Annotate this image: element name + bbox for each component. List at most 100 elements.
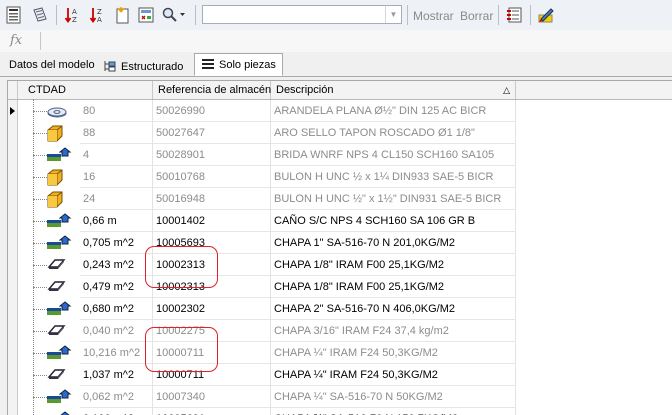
table-row[interactable]: 88 50027647 ARO SELLO TAPON ROSCADO Ø1 1/8…: [8, 122, 672, 144]
clear-button[interactable]: Borrar: [460, 9, 493, 23]
tab-strip: Datos del modelo Estructurado Solo pieza…: [0, 52, 672, 77]
cell-qty[interactable]: 0,680 m^2: [80, 298, 153, 320]
table-row[interactable]: 0,680 m^2 10002302 CHAPA 2" SA-516-70 N 40…: [8, 298, 672, 320]
cell-qty[interactable]: 4: [80, 144, 153, 166]
cell-desc[interactable]: CHAPA 2" SA-516-70 N 406,0KG/M2: [271, 298, 516, 320]
table-row[interactable]: 0,040 m^2 10002275 CHAPA 3/16" IRAM F24 37…: [8, 320, 672, 342]
tree-node: [18, 386, 80, 408]
row-selector[interactable]: [8, 386, 18, 408]
report-list-icon[interactable]: [505, 5, 525, 25]
toolbar: AZ ZA ▼ Mostrar Borrar: [0, 0, 672, 31]
find-dropdown-icon[interactable]: [160, 5, 188, 25]
table-row[interactable]: 0,705 m^2 10005693 CHAPA 1" SA-516-70 N 20…: [8, 232, 672, 254]
cell-ref[interactable]: 50016948: [153, 188, 271, 210]
cell-desc[interactable]: ARO SELLO TAPON ROSCADO Ø1 1/8": [271, 122, 516, 144]
row-selector[interactable]: [8, 210, 18, 232]
cell-qty[interactable]: 16: [80, 166, 153, 188]
cell-desc[interactable]: CHAPA 1/8" IRAM F00 25,1KG/M2: [271, 254, 516, 276]
cell-qty[interactable]: 0,062 m^2: [80, 386, 153, 408]
row-selector[interactable]: [8, 254, 18, 276]
edit-sheet-icon[interactable]: [30, 5, 50, 25]
tab-datos-del-modelo[interactable]: Datos del modelo: [2, 55, 102, 75]
cell-ref[interactable]: 10002302: [153, 298, 271, 320]
cell-desc[interactable]: CHAPA 1/8" IRAM F00 25,1KG/M2: [271, 276, 516, 298]
table-row[interactable]: 1,037 m^2 10000711 CHAPA ¼" IRAM F24 50,3K…: [8, 364, 672, 386]
table-row[interactable]: 16 50010768 BULON H UNC ½ x 1¼ DIN933 SAE-…: [8, 166, 672, 188]
column-header-ctdad[interactable]: CTDAD: [18, 81, 153, 99]
row-selector[interactable]: [8, 364, 18, 386]
cell-ref[interactable]: 50010768: [153, 166, 271, 188]
sort-up-icon[interactable]: △: [503, 81, 510, 99]
row-selector[interactable]: [8, 298, 18, 320]
row-selector[interactable]: [8, 342, 18, 364]
chevron-down-icon[interactable]: ▼: [385, 6, 401, 23]
table-row[interactable]: 0,479 m^2 10002313 CHAPA 1/8" IRAM F00 25,…: [8, 276, 672, 298]
row-selector[interactable]: [8, 188, 18, 210]
show-button[interactable]: Mostrar: [413, 9, 454, 23]
cell-ref[interactable]: 50026990: [153, 100, 271, 122]
cell-qty[interactable]: 80: [80, 100, 153, 122]
cell-desc[interactable]: BRIDA WNRF NPS 4 CL150 SCH160 SA105: [271, 144, 516, 166]
filter-combo[interactable]: ▼: [202, 5, 402, 24]
cell-qty[interactable]: 0,66 m: [80, 210, 153, 232]
sort-ascending-icon[interactable]: AZ: [63, 5, 83, 25]
table-row[interactable]: 10,216 m^2 10000711 CHAPA ¼" IRAM F24 50,3…: [8, 342, 672, 364]
calculator-icon[interactable]: [136, 5, 156, 25]
tree-node: [18, 188, 80, 210]
cell-qty[interactable]: 0,479 m^2: [80, 276, 153, 298]
svg-text:A: A: [97, 16, 102, 24]
table-row[interactable]: 0,062 m^2 10007340 CHAPA ¼" SA-516-70 N 50…: [8, 386, 672, 408]
table-row[interactable]: 4 50028901 BRIDA WNRF NPS 4 CL150 SCH160 S…: [8, 144, 672, 166]
cell-desc[interactable]: ARANDELA PLANA Ø½" DIN 125 AC BICR: [271, 100, 516, 122]
row-selector[interactable]: [8, 100, 18, 122]
row-selector[interactable]: [8, 276, 18, 298]
cell-qty[interactable]: 0,243 m^2: [80, 254, 153, 276]
tree-node: [18, 298, 80, 320]
table-row[interactable]: 24 50016948 BULON H UNC ½" x 1½" DIN931 SA…: [8, 188, 672, 210]
list-report-icon[interactable]: [4, 5, 24, 25]
cell-ref[interactable]: 50027647: [153, 122, 271, 144]
profile-icon: [46, 389, 72, 408]
tab-estructurado[interactable]: Estructurado: [96, 55, 190, 75]
cell-qty[interactable]: 10,216 m^2: [80, 342, 153, 364]
cell-desc[interactable]: CHAPA 3/16" IRAM F24 37,4 kg/m2: [271, 320, 516, 342]
sort-descending-icon[interactable]: ZA: [88, 5, 108, 25]
profile-icon: [46, 147, 72, 166]
tab-solo-piezas[interactable]: Solo piezas: [194, 53, 283, 76]
tree-node: [18, 144, 80, 166]
table-row[interactable]: 0,66 m 10001402 CAÑO S/C NPS 4 SCH160 SA 1…: [8, 210, 672, 232]
cell-qty[interactable]: 0,705 m^2: [80, 232, 153, 254]
column-header-referencia[interactable]: Referencia de almacén: [153, 81, 271, 99]
cell-desc[interactable]: BULON H UNC ½ x 1¼ DIN933 SAE-5 BICR: [271, 166, 516, 188]
cell-desc[interactable]: CHAPA ¼" IRAM F24 50,3KG/M2: [271, 364, 516, 386]
svg-text:Z: Z: [72, 16, 77, 24]
grid-header: CTDAD Referencia de almacén Descripción …: [8, 81, 672, 100]
cell-qty[interactable]: 88: [80, 122, 153, 144]
row-selector[interactable]: [8, 166, 18, 188]
tree-node: [18, 276, 80, 298]
cell-qty[interactable]: 0,040 m^2: [80, 320, 153, 342]
cell-desc[interactable]: CHAPA 1" SA-516-70 N 201,0KG/M2: [271, 232, 516, 254]
row-selector[interactable]: [8, 320, 18, 342]
table-row[interactable]: 0,243 m^2 10002313 CHAPA 1/8" IRAM F00 25,…: [8, 254, 672, 276]
new-document-icon[interactable]: [112, 5, 132, 25]
cell-desc[interactable]: CAÑO S/C NPS 4 SCH160 SA 106 GR B: [271, 210, 516, 232]
cell-qty[interactable]: 24: [80, 188, 153, 210]
cell-ref[interactable]: 10001402: [153, 210, 271, 232]
tree-node: [18, 342, 80, 364]
cell-ref[interactable]: 10007340: [153, 386, 271, 408]
row-selector[interactable]: [8, 144, 18, 166]
table-row[interactable]: 80 50026990 ARANDELA PLANA Ø½" DIN 125 AC …: [8, 100, 672, 122]
column-header-descripcion[interactable]: Descripción △: [271, 81, 516, 99]
cell-desc[interactable]: BULON H UNC ½" x 1½" DIN931 SAE-5 BICR: [271, 188, 516, 210]
cell-desc[interactable]: CHAPA ¼" SA-516-70 N 50KG/M2: [271, 386, 516, 408]
cell-desc[interactable]: CHAPA ¼" IRAM F24 50,3KG/M2: [271, 342, 516, 364]
cell-ref[interactable]: 50028901: [153, 144, 271, 166]
cell-qty[interactable]: 1,037 m^2: [80, 364, 153, 386]
highlight-edit-icon[interactable]: [536, 5, 556, 25]
tree-node: [18, 320, 80, 342]
row-selector[interactable]: [8, 232, 18, 254]
annotation-circle: [145, 327, 218, 372]
row-selector[interactable]: [8, 122, 18, 144]
profile-icon: [46, 213, 72, 232]
